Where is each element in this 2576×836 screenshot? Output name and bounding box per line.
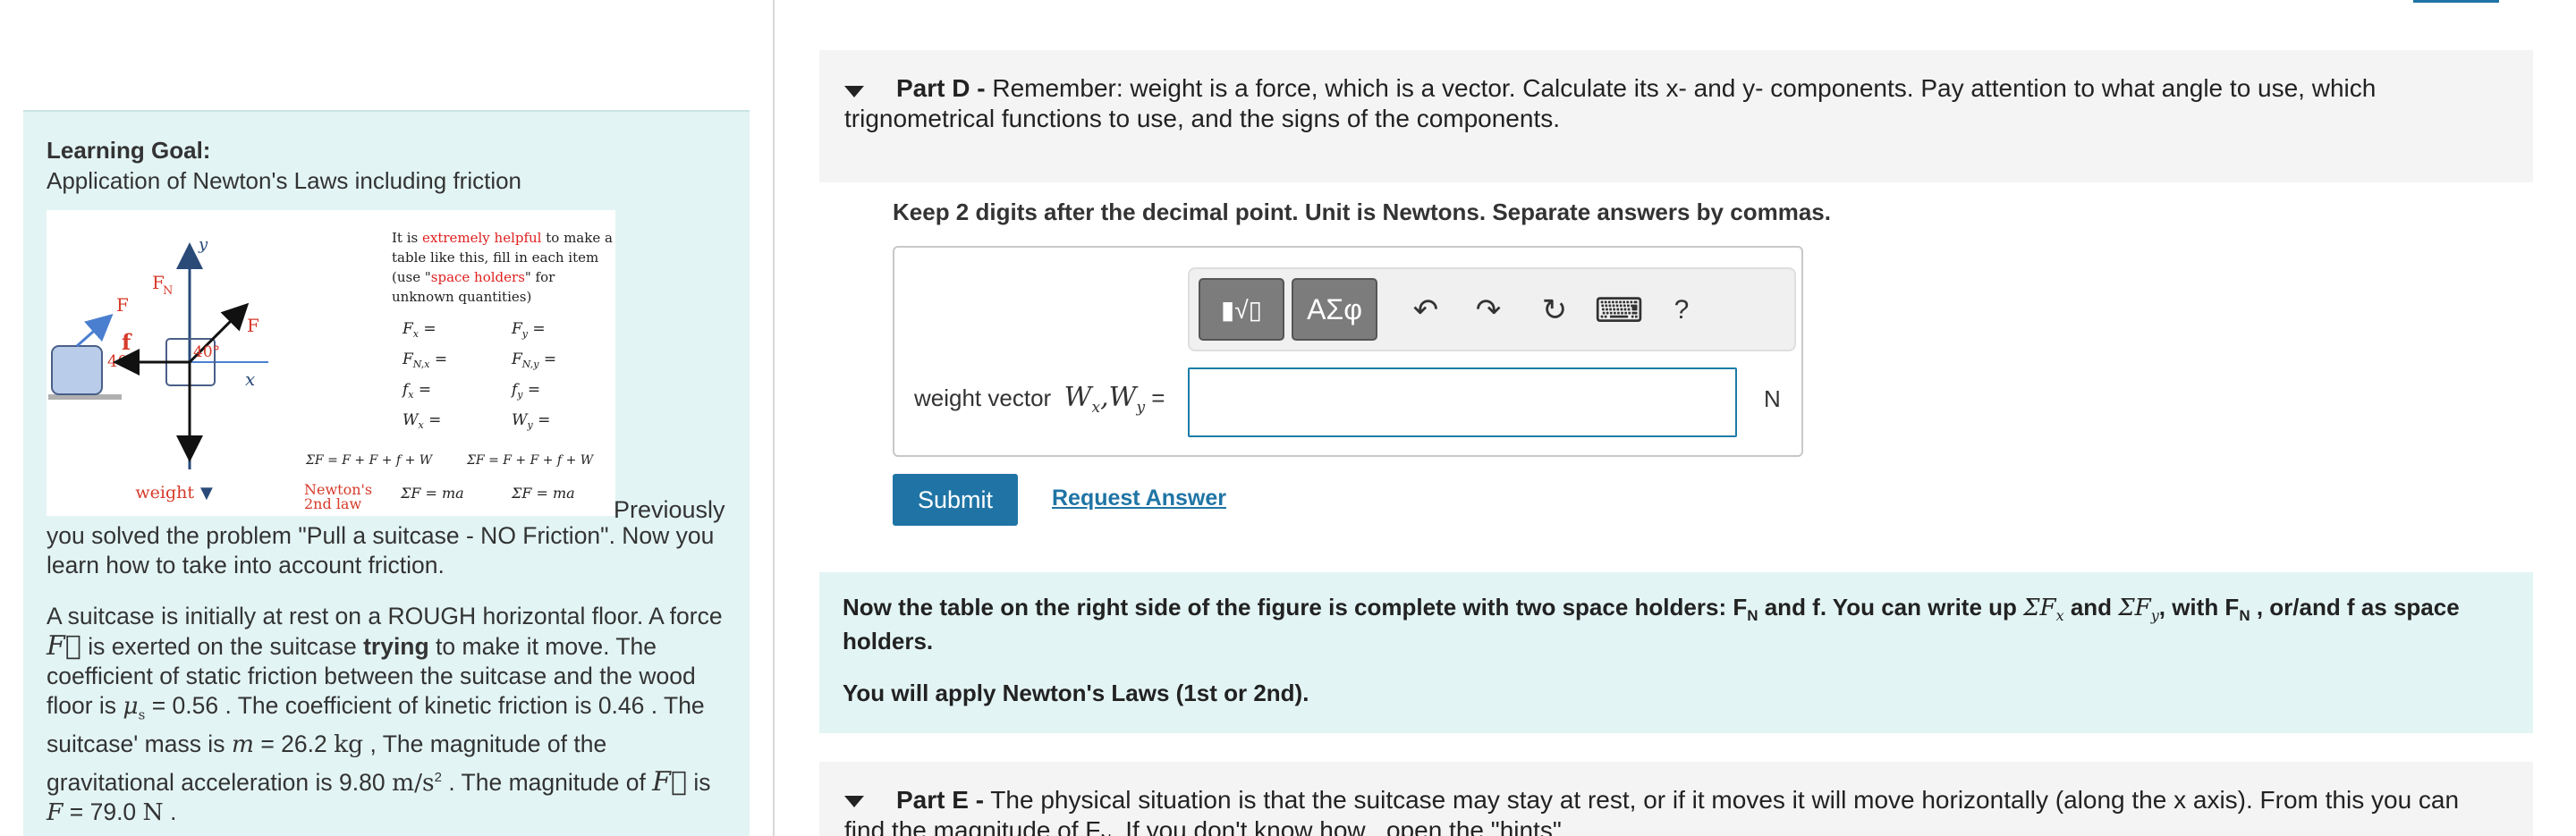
- svg-text:Fy =: Fy =: [511, 320, 546, 340]
- input-label: weight vector Wx,Wy =: [914, 382, 1165, 417]
- caret-down-icon[interactable]: [844, 86, 864, 97]
- weight-vector-input[interactable]: [1188, 367, 1737, 437]
- svg-text:(use "space holders" for: (use "space holders" for: [392, 269, 555, 285]
- math-toolbar: ▮√▯ ΑΣφ ↶ ↷ ↻ ⌨ ?: [1188, 267, 1796, 351]
- right-column: Part D - Remember: weight is a force, wh…: [776, 0, 2576, 836]
- normal-force-sub: N: [163, 284, 173, 298]
- reset-icon[interactable]: ↻: [1530, 283, 1580, 337]
- force-center-label: F: [247, 315, 259, 336]
- y-axis-label: y: [198, 235, 208, 254]
- redo-icon[interactable]: ↷: [1463, 283, 1513, 337]
- svg-text:ΣF = ma: ΣF = ma: [511, 485, 575, 502]
- svg-text:ΣF = F + F + f + W: ΣF = F + F + f + W: [466, 453, 595, 468]
- keyboard-icon[interactable]: ⌨: [1594, 283, 1644, 337]
- svg-text:fy =: fy =: [510, 381, 540, 401]
- part-d-header[interactable]: Part D - Remember: weight is a force, wh…: [819, 50, 2533, 182]
- part-e-line-2: find the magnitude of FN. If you don't k…: [844, 816, 1569, 836]
- help-icon[interactable]: ?: [1657, 283, 1707, 337]
- part-e-header[interactable]: Part E - The physical situation is that …: [819, 762, 2533, 836]
- svg-text:ΣF = ma: ΣF = ma: [400, 485, 464, 502]
- component-table: Fx = FN,x = fx = Wx = Fy = FN,y = fy = W…: [401, 320, 556, 431]
- answer-box: ▮√▯ ΑΣφ ↶ ↷ ↻ ⌨ ? weight vector Wx,Wy = …: [893, 246, 1803, 457]
- learning-goal-panel: Learning Goal: Application of Newton's L…: [23, 110, 750, 836]
- x-axis-label: x: [245, 368, 255, 390]
- suitcase: [51, 345, 103, 395]
- angle-center-label: 40°: [193, 343, 220, 361]
- svg-text:FN,x =: FN,x =: [402, 350, 447, 370]
- hint-box: Now the table on the right side of the f…: [819, 572, 2533, 733]
- hint-paragraph-2: You will apply Newton's Laws (1st or 2nd…: [843, 680, 1309, 706]
- request-answer-link[interactable]: Request Answer: [1052, 486, 1226, 511]
- newtons-law-label-2: 2nd law: [304, 495, 361, 512]
- weight-label: weight: [135, 483, 194, 502]
- svg-text:FN,y =: FN,y =: [511, 350, 556, 370]
- svg-text:Wy =: Wy =: [512, 411, 550, 431]
- free-body-diagram: F 40° y x f F F N 40° weight ▼ It is ext…: [48, 230, 613, 512]
- svg-text:Wx =: Wx =: [402, 411, 441, 431]
- part-e-line-1: Part E - The physical situation is that …: [896, 786, 2460, 814]
- answer-instruction: Keep 2 digits after the decimal point. U…: [893, 198, 1831, 225]
- weight-arrow-head: ▼: [200, 484, 213, 502]
- previously-paragraph: you solved the problem "Pull a suitcase …: [47, 522, 715, 578]
- friction-label: f: [122, 329, 132, 355]
- pull-force-arrow: [76, 314, 114, 348]
- svg-text:table like this, fill in each: table like this, fill in each item: [392, 249, 598, 266]
- part-d-line-2: trignometrical functions to use, and the…: [844, 105, 1561, 132]
- previously-inline: Previously: [614, 496, 725, 523]
- undo-icon[interactable]: ↶: [1401, 283, 1451, 337]
- svg-text:Fx =: Fx =: [402, 320, 436, 340]
- greek-symbols-button[interactable]: ΑΣφ: [1292, 278, 1377, 341]
- left-column: Learning Goal: Application of Newton's L…: [0, 0, 775, 836]
- hint-paragraph-1-cont: holders.: [843, 628, 934, 654]
- caret-down-icon[interactable]: [844, 796, 864, 807]
- fbd-center: y x f F F N 40° weight ▼: [113, 235, 268, 502]
- top-tab-indicator: [2413, 0, 2499, 3]
- submit-button[interactable]: Submit: [893, 474, 1018, 526]
- unit-label: N: [1764, 385, 1781, 412]
- table-note: It is extremely helpful to make a table …: [392, 230, 613, 305]
- part-d-line-1: Part D - Remember: weight is a force, wh…: [896, 74, 2377, 102]
- svg-text:It is extremely helpful to mak: It is extremely helpful to make a: [392, 230, 613, 246]
- svg-text:fx =: fx =: [401, 381, 431, 401]
- svg-text:ΣF = F + F + f + W: ΣF = F + F + f + W: [305, 453, 434, 468]
- templates-button[interactable]: ▮√▯: [1199, 278, 1284, 341]
- svg-text:unknown quantities): unknown quantities): [392, 289, 531, 305]
- learning-goal-title: Learning Goal:: [47, 137, 211, 164]
- problem-statement: A suitcase is initially at rest on a ROU…: [47, 603, 723, 827]
- free-body-diagram-figure: F 40° y x f F F N 40° weight ▼ It is ext…: [47, 210, 615, 516]
- force-left-label: F: [116, 294, 129, 316]
- learning-goal-subtitle: Application of Newton's Laws including f…: [47, 167, 522, 194]
